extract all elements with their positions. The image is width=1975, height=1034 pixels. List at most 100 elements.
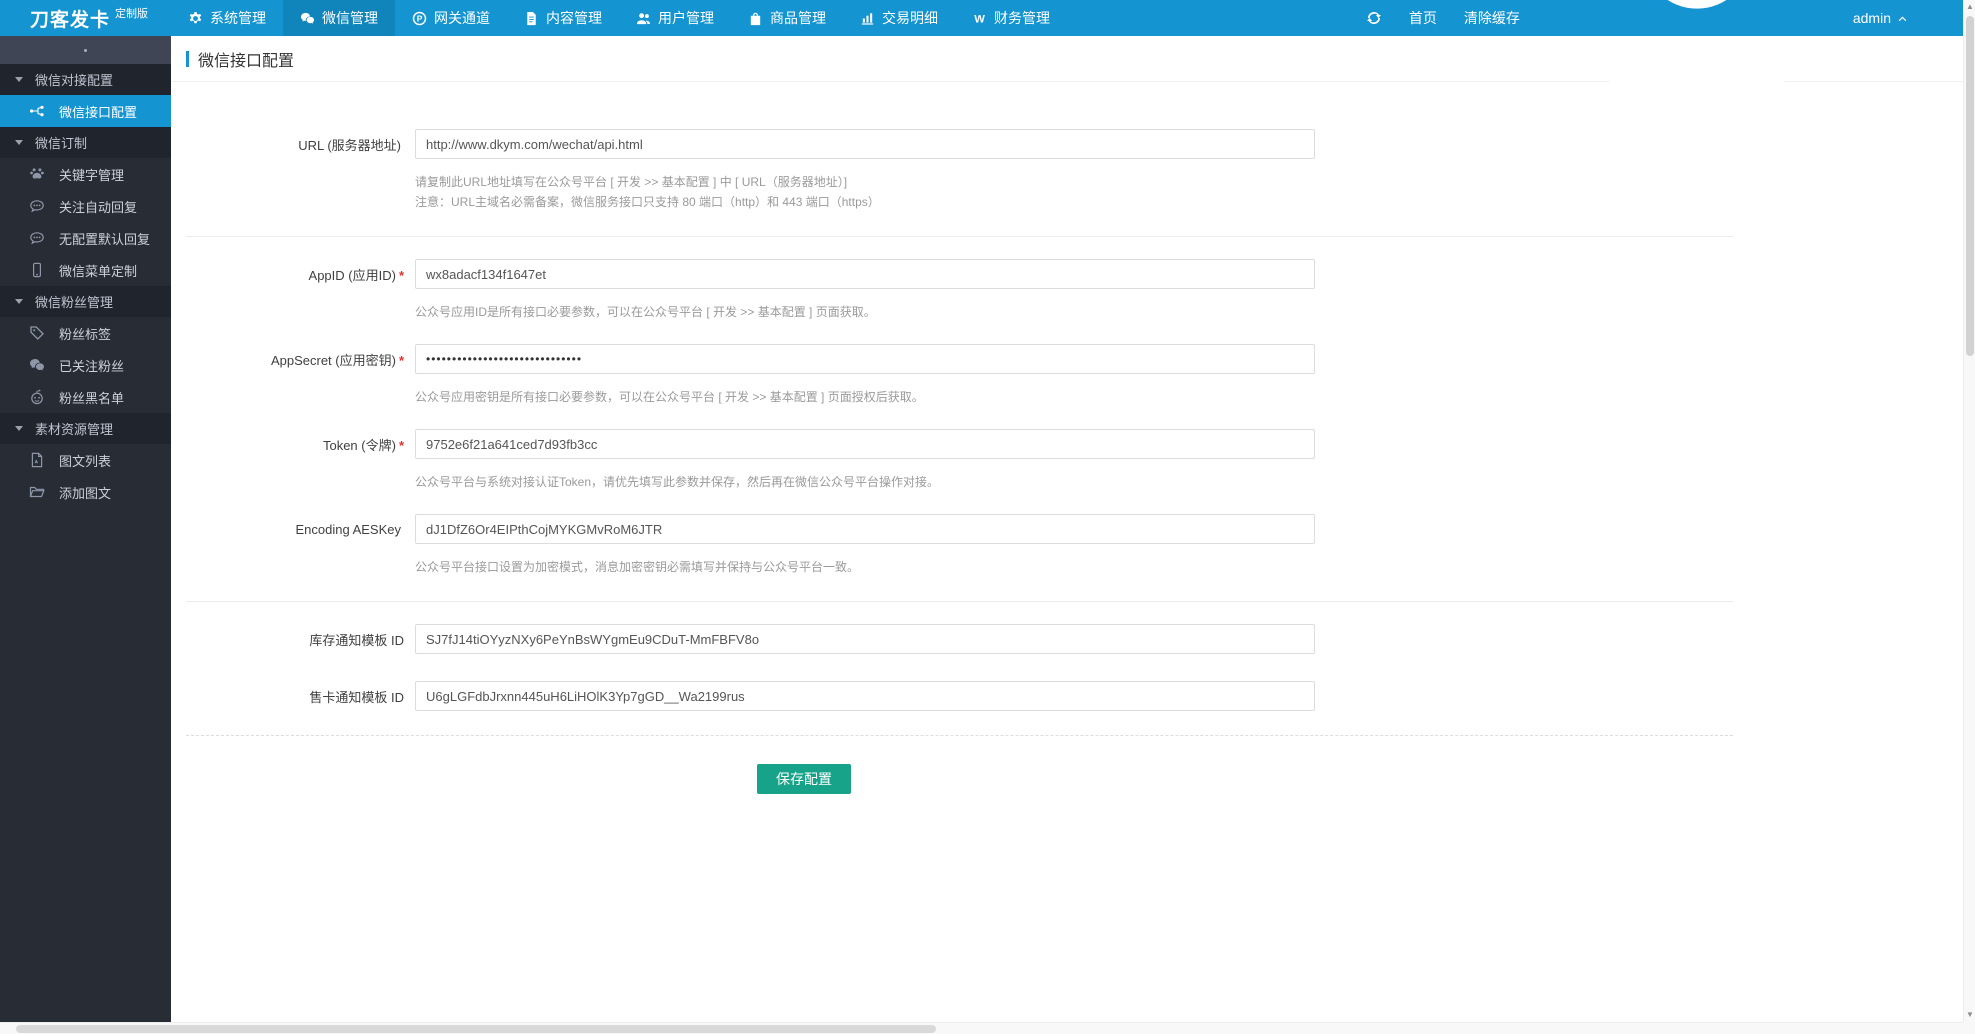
finance-icon: W [972,11,987,26]
mobile-icon [29,262,45,278]
section-title: 微信对接配置 [35,73,114,88]
aeskey-input[interactable] [415,514,1315,544]
sidebar-item-label: 粉丝标签 [59,326,112,342]
form-row-token: Token (令牌) * [186,429,1963,459]
required-asterisk: * [398,352,404,368]
topnav-finance[interactable]: W 财务管理 [955,0,1067,36]
vertical-scrollbar-thumb[interactable] [1966,16,1974,356]
svg-text:W: W [974,13,985,25]
sidebar: 微信对接配置 微信接口配置 微信订制 关键字管理 关注自动回复 无配置默认回复 … [0,36,171,1022]
wechat-icon [300,11,315,26]
topnav-goods[interactable]: 商品管理 [731,0,843,36]
username: admin [1852,10,1891,26]
app-logo[interactable]: 刀客发卡 定制版 [0,0,171,36]
vertical-scrollbar[interactable]: ▲ ▼ [1963,0,1975,1022]
wechat-icon [29,357,45,373]
horizontal-scrollbar-thumb[interactable] [16,1025,936,1033]
sidebar-item-label: 关注自动回复 [59,199,138,215]
comment-icon [29,198,45,214]
app-title: 刀客发卡 [30,9,111,31]
sidebar-section-fans[interactable]: 微信粉丝管理 [0,286,171,317]
field-label-aeskey: Encoding AESKey [295,521,401,537]
sidebar-item-label: 关键字管理 [59,167,125,183]
card-template-input[interactable] [415,681,1315,711]
topnav-label: 微信管理 [322,10,378,26]
scroll-down-arrow-icon[interactable]: ▼ [1964,1008,1975,1022]
required-asterisk: * [398,437,404,453]
sidebar-item-follow-auto-reply[interactable]: 关注自动回复 [0,190,171,222]
file-icon [29,452,45,468]
sidebar-item-label: 添加图文 [59,485,112,501]
refresh-icon[interactable] [1366,10,1382,26]
topbar-right: 首页 清除缓存 admin [1366,0,1963,131]
sidebar-item-fan-tags[interactable]: 粉丝标签 [0,317,171,349]
sidebar-item-keywords[interactable]: 关键字管理 [0,158,171,190]
topnav-transactions[interactable]: 交易明细 [843,0,955,36]
sidebar-section-wechat-config[interactable]: 微信对接配置 [0,64,171,95]
chevron-up-icon [1897,13,1908,24]
token-input[interactable] [415,429,1315,459]
sidebar-item-wechat-api-config[interactable]: 微信接口配置 [0,95,171,127]
dashed-divider [186,735,1733,736]
topnav-system[interactable]: 系统管理 [171,0,283,36]
clear-cache-link[interactable]: 清除缓存 [1464,8,1520,28]
users-icon [636,11,651,26]
gateway-p-icon: P [412,11,427,26]
sidebar-item-default-reply[interactable]: 无配置默认回复 [0,222,171,254]
sidebar-item-followed-fans[interactable]: 已关注粉丝 [0,349,171,381]
url-input[interactable] [415,129,1315,159]
scroll-up-arrow-icon[interactable]: ▲ [1964,0,1975,14]
sidebar-collapse-toggle[interactable] [0,36,171,64]
caret-down-icon [15,140,23,145]
folder-open-icon [29,484,45,500]
field-help-aeskey: 公众号平台接口设置为加密模式，消息加密密钥必需填写并保持与公众号平台一致。 [415,560,860,574]
required-asterisk: * [398,267,404,283]
field-label-token: Token (令牌) * [322,437,404,453]
stock-template-input[interactable] [415,624,1315,654]
topnav-content[interactable]: 内容管理 [507,0,619,36]
field-help-token: 公众号平台与系统对接认证Token，请优先填写此参数并保存，然后再在微信公众号平… [415,475,940,489]
field-help-appsecret: 公众号应用密钥是所有接口必要参数，可以在公众号平台 [ 开发 >> 基本配置 ]… [415,390,924,404]
field-help-url-2: 注意：URL主域名必需备案，微信服务接口只支持 80 端口（http）和 443… [415,195,880,209]
robot-icon [29,389,45,405]
sidebar-item-fan-blacklist[interactable]: 粉丝黑名单 [0,381,171,413]
sidebar-item-label: 无配置默认回复 [59,231,151,247]
topnav-users[interactable]: 用户管理 [619,0,731,36]
save-config-button[interactable]: 保存配置 [757,764,851,794]
sidebar-item-article-list[interactable]: 图文列表 [0,444,171,476]
sidebar-item-wechat-menu[interactable]: 微信菜单定制 [0,254,171,286]
section-title: 微信粉丝管理 [35,295,114,310]
topnav-label: 网关通道 [434,10,490,26]
field-label-appid: AppID (应用ID) * [308,267,404,283]
sidebar-item-label: 粉丝黑名单 [59,390,125,406]
appsecret-input[interactable] [415,344,1315,374]
topbar: 刀客发卡 定制版 系统管理 微信管理 P 网关通道 内容管理 用户管理 商品管理 [0,0,1963,131]
sidebar-item-label: 图文列表 [59,453,112,469]
sidebar-item-add-article[interactable]: 添加图文 [0,476,171,508]
home-link[interactable]: 首页 [1409,8,1437,28]
appid-input[interactable] [415,259,1315,289]
sidebar-section-wechat-custom[interactable]: 微信订制 [0,127,171,158]
section-title: 素材资源管理 [35,422,114,437]
topnav-gateway[interactable]: P 网关通道 [395,0,507,36]
sidebar-section-material[interactable]: 素材资源管理 [0,413,171,444]
topnav-label: 用户管理 [658,10,714,26]
user-menu[interactable]: admin [1547,0,1908,168]
field-label-appsecret: AppSecret (应用密钥) * [270,352,404,368]
form-row-aeskey: Encoding AESKey [186,514,1963,544]
top-nav: 系统管理 微信管理 P 网关通道 内容管理 用户管理 商品管理 交易明细 W 财… [171,0,1067,36]
caret-down-icon [15,299,23,304]
horizontal-scrollbar[interactable] [0,1022,1963,1034]
topnav-label: 交易明细 [882,10,938,26]
title-accent-bar [186,50,189,67]
tag-icon [29,325,45,341]
sidebar-item-label: 微信菜单定制 [59,263,138,279]
topnav-wechat[interactable]: 微信管理 [283,0,395,36]
caret-down-icon [15,77,23,82]
field-label-stock-template: 库存通知模板 ID [309,632,404,648]
topnav-label: 商品管理 [770,10,826,26]
scrollbar-corner [1963,1022,1975,1034]
document-icon [524,11,539,26]
form-row-card-template: 售卡通知模板 ID [186,681,1963,711]
topnav-label: 内容管理 [546,10,602,26]
